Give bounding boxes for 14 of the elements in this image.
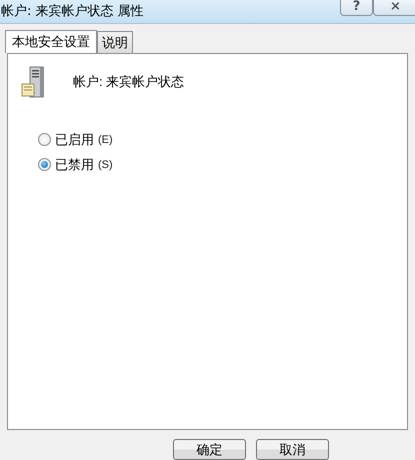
tab[interactable]: 本地安全设置 bbox=[5, 30, 97, 53]
help-button[interactable]: ? bbox=[340, 0, 373, 16]
access-key: (S) bbox=[98, 158, 113, 171]
tab[interactable]: 说明 bbox=[97, 30, 133, 53]
radio-button[interactable] bbox=[38, 133, 51, 146]
access-key: (E) bbox=[98, 134, 113, 146]
radio-button-selected[interactable] bbox=[38, 158, 51, 172]
policy-name: 帐户: 来宾帐户状态 bbox=[73, 72, 184, 91]
option-label: 已禁用 bbox=[55, 156, 94, 174]
close-button[interactable]: × bbox=[373, 0, 415, 16]
dialog-button[interactable]: 确定 bbox=[173, 439, 246, 460]
option-label: 已启用 bbox=[55, 130, 94, 149]
window-title: 帐户: 来宾帐户状态 属性 bbox=[0, 3, 144, 20]
dialog-button[interactable]: 取消 bbox=[256, 439, 329, 460]
